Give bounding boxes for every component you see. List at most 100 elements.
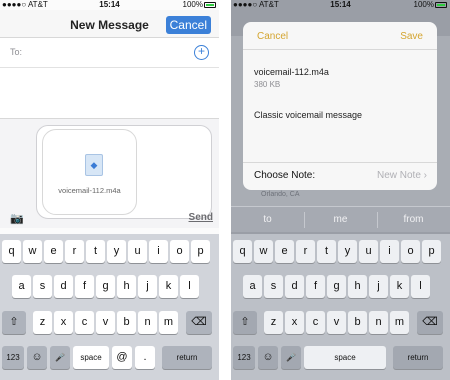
key-s[interactable]: s <box>33 275 52 298</box>
key-u[interactable]: u <box>128 240 147 263</box>
key-c[interactable]: c <box>306 311 325 334</box>
key-t[interactable]: t <box>317 240 336 263</box>
key-l[interactable]: l <box>411 275 430 298</box>
return-key[interactable]: return <box>393 346 443 369</box>
save-to-note-screen: ●●●●○ AT&T 15:14 100% Orlando, CA Cancel… <box>231 0 450 380</box>
battery-icon <box>435 2 447 8</box>
key-w[interactable]: w <box>23 240 42 263</box>
key-r[interactable]: r <box>65 240 84 263</box>
key-e[interactable]: e <box>44 240 63 263</box>
choose-note-value: New Note › <box>376 170 427 181</box>
key-s[interactable]: s <box>264 275 283 298</box>
microphone-icon[interactable]: 🎤 <box>50 346 70 369</box>
battery-percent: 100% <box>182 0 203 9</box>
plus-circle-icon[interactable]: + <box>194 45 209 60</box>
key-g[interactable]: g <box>327 275 346 298</box>
key-b[interactable]: b <box>348 311 367 334</box>
at-key[interactable]: @ <box>112 346 132 369</box>
camera-icon[interactable]: 📷 <box>10 212 24 225</box>
key-y[interactable]: y <box>107 240 126 263</box>
key-q[interactable]: q <box>233 240 252 263</box>
note-text-field[interactable]: Classic voicemail message <box>254 110 362 120</box>
prediction-from[interactable]: from <box>377 214 450 225</box>
send-button[interactable]: Send <box>189 212 213 223</box>
key-f[interactable]: f <box>75 275 94 298</box>
key-a[interactable]: a <box>243 275 262 298</box>
key-j[interactable]: j <box>138 275 157 298</box>
voicemail-attachment[interactable]: ◆ voicemail-112.m4a <box>42 129 137 215</box>
key-h[interactable]: h <box>348 275 367 298</box>
message-input[interactable]: ◆ voicemail-112.m4a <box>36 125 212 219</box>
key-r[interactable]: r <box>296 240 315 263</box>
background-location: Orlando, CA <box>261 191 300 198</box>
period-key[interactable]: . <box>135 346 155 369</box>
key-g[interactable]: g <box>96 275 115 298</box>
cancel-button[interactable]: Cancel <box>257 31 288 42</box>
key-w[interactable]: w <box>254 240 273 263</box>
key-d[interactable]: d <box>285 275 304 298</box>
numbers-key[interactable]: 123 <box>233 346 255 369</box>
key-x[interactable]: x <box>54 311 73 334</box>
key-u[interactable]: u <box>359 240 378 263</box>
shift-key[interactable]: ⇧ <box>233 311 257 334</box>
backspace-key[interactable]: ⌫ <box>186 311 212 334</box>
key-m[interactable]: m <box>159 311 178 334</box>
key-b[interactable]: b <box>117 311 136 334</box>
prediction-me[interactable]: me <box>304 214 377 225</box>
keyboard: q w e r t y u i o p a s d f g h j k l ⇧ … <box>0 234 219 380</box>
return-key[interactable]: return <box>162 346 212 369</box>
key-p[interactable]: p <box>422 240 441 263</box>
attachment-filename: voicemail-112.m4a <box>58 186 121 195</box>
microphone-icon[interactable]: 🎤 <box>281 346 301 369</box>
space-key[interactable]: space <box>304 346 386 369</box>
key-l[interactable]: l <box>180 275 199 298</box>
message-composer: 📷 ◆ voicemail-112.m4a Send <box>0 118 219 228</box>
key-a[interactable]: a <box>12 275 31 298</box>
key-o[interactable]: o <box>401 240 420 263</box>
key-e[interactable]: e <box>275 240 294 263</box>
key-z[interactable]: z <box>264 311 283 334</box>
key-d[interactable]: d <box>54 275 73 298</box>
keyboard: q w e r t y u i o p a s d f g h j k l ⇧ … <box>231 234 450 380</box>
notes-share-sheet: Cancel Save voicemail-112.m4a 380 KB Cla… <box>243 22 437 190</box>
key-n[interactable]: n <box>138 311 157 334</box>
compose-screen: ●●●●○ AT&T 15:14 100% New Message Cancel… <box>0 0 219 380</box>
key-row-1: q w e r t y u i o p <box>0 240 219 268</box>
key-f[interactable]: f <box>306 275 325 298</box>
key-h[interactable]: h <box>117 275 136 298</box>
key-t[interactable]: t <box>86 240 105 263</box>
key-c[interactable]: c <box>75 311 94 334</box>
key-i[interactable]: i <box>149 240 168 263</box>
prediction-to[interactable]: to <box>231 214 304 225</box>
key-p[interactable]: p <box>191 240 210 263</box>
backspace-key[interactable]: ⌫ <box>417 311 443 334</box>
emoji-icon[interactable]: ☺ <box>258 346 278 369</box>
space-key[interactable]: space <box>73 346 109 369</box>
audio-file-icon: ◆ <box>85 154 103 176</box>
status-bar: ●●●●○ AT&T 15:14 100% <box>231 0 450 10</box>
key-v[interactable]: v <box>96 311 115 334</box>
key-m[interactable]: m <box>390 311 409 334</box>
key-z[interactable]: z <box>33 311 52 334</box>
key-y[interactable]: y <box>338 240 357 263</box>
key-n[interactable]: n <box>369 311 388 334</box>
to-label: To: <box>10 47 23 57</box>
key-k[interactable]: k <box>390 275 409 298</box>
key-i[interactable]: i <box>380 240 399 263</box>
recipient-field[interactable]: To: + <box>0 38 219 68</box>
save-button[interactable]: Save <box>400 31 423 42</box>
battery-icon <box>204 2 216 8</box>
key-k[interactable]: k <box>159 275 178 298</box>
numbers-key[interactable]: 123 <box>2 346 24 369</box>
choose-note-row[interactable]: Choose Note: New Note › <box>243 162 437 186</box>
key-j[interactable]: j <box>369 275 388 298</box>
key-x[interactable]: x <box>285 311 304 334</box>
key-row-4: 123 ☺ 🎤 space return <box>231 346 450 374</box>
key-row-3: ⇧ z x c v b n m ⌫ <box>0 311 219 339</box>
key-v[interactable]: v <box>327 311 346 334</box>
key-q[interactable]: q <box>2 240 21 263</box>
shift-key[interactable]: ⇧ <box>2 311 26 334</box>
cancel-button[interactable]: Cancel <box>165 16 211 34</box>
emoji-icon[interactable]: ☺ <box>27 346 47 369</box>
key-o[interactable]: o <box>170 240 189 263</box>
